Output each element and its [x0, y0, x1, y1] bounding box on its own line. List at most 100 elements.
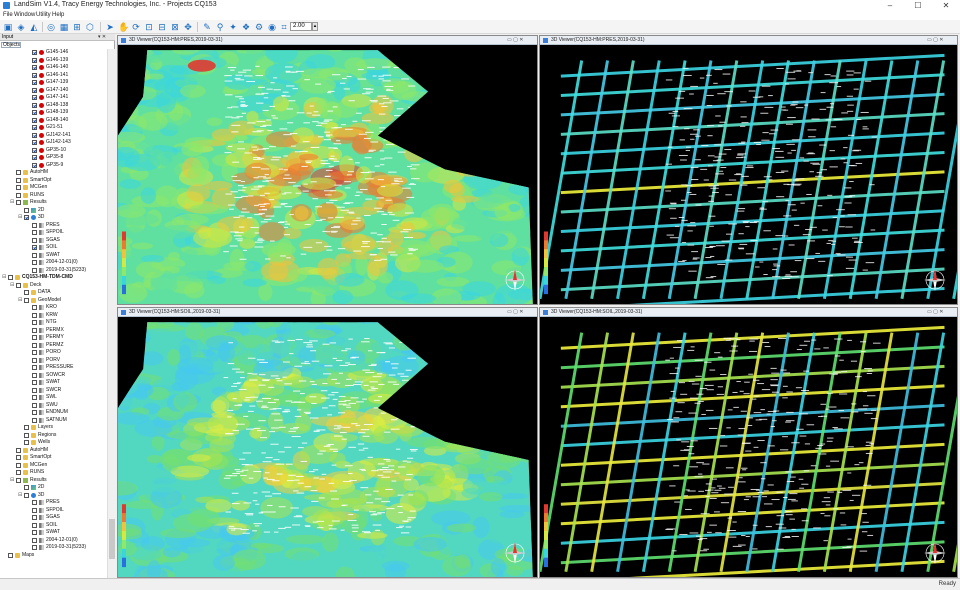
tree-item[interactable]: ⊟ Results — [0, 477, 107, 484]
tree-item[interactable]: PERMY — [0, 334, 107, 341]
tree-item[interactable]: G148-139 — [0, 109, 107, 116]
tree-item[interactable]: SWCR — [0, 387, 107, 394]
tree-checkbox[interactable] — [32, 140, 37, 145]
tree-item[interactable]: G147-140 — [0, 87, 107, 94]
tree-checkbox[interactable] — [32, 342, 37, 348]
tree-checkbox[interactable] — [32, 530, 37, 535]
tree-checkbox[interactable] — [32, 132, 37, 138]
chart-icon[interactable]: ◭ — [29, 22, 39, 32]
tree-item[interactable]: G147-141 — [0, 94, 107, 101]
tree-checkbox[interactable] — [16, 470, 21, 475]
tree-item[interactable]: MCGen — [0, 184, 107, 191]
tree-checkbox[interactable] — [24, 492, 29, 498]
view-front-icon[interactable]: ⊟ — [157, 22, 167, 32]
tree-item[interactable]: SOIL — [0, 244, 107, 251]
tree-checkbox[interactable] — [32, 395, 37, 400]
tree-checkbox[interactable] — [32, 162, 37, 168]
minimize-button[interactable]: – — [880, 0, 900, 11]
viewer-canvas[interactable] — [540, 317, 957, 577]
snapshot-icon[interactable]: ◉ — [267, 22, 277, 32]
new-project-icon[interactable]: ▣ — [3, 22, 13, 32]
tree-item[interactable]: ⊟ 3D — [0, 492, 107, 499]
tree-checkbox[interactable] — [24, 207, 29, 213]
tree-item[interactable]: ⊟ Results — [0, 199, 107, 206]
tree-checkbox[interactable] — [32, 305, 37, 310]
tree-checkbox[interactable] — [16, 462, 21, 468]
viewer-canvas[interactable] — [540, 45, 957, 304]
run-icon[interactable]: ◎ — [46, 22, 56, 32]
light-icon[interactable]: ✦ — [228, 22, 238, 32]
tree-checkbox[interactable] — [32, 537, 37, 543]
tree-item[interactable]: KRW — [0, 312, 107, 319]
tree-item[interactable]: PRESSURE — [0, 364, 107, 371]
tree-item[interactable]: 2019-03-31(5233) — [0, 544, 107, 551]
tree-checkbox[interactable] — [32, 402, 37, 408]
tree-item[interactable]: G146-140 — [0, 64, 107, 71]
tree-checkbox[interactable] — [32, 417, 37, 423]
tree-item[interactable]: SmartOpt — [0, 177, 107, 184]
tree-checkbox[interactable] — [32, 95, 37, 100]
tree-item[interactable]: 2004-12-01(0) — [0, 259, 107, 266]
tree-checkbox[interactable] — [24, 485, 29, 490]
tree-checkbox[interactable] — [32, 72, 37, 78]
tree-item[interactable]: GP35-9 — [0, 162, 107, 169]
legend-icon[interactable]: ❖ — [241, 22, 251, 32]
measure-icon[interactable]: ⚲ — [215, 22, 225, 32]
expand-toggle-icon[interactable]: ⊟ — [18, 297, 23, 304]
settings-icon[interactable]: ⚙ — [254, 22, 264, 32]
tree-item[interactable]: SWL — [0, 394, 107, 401]
viewer-window-buttons[interactable]: ▭ ▢ ✕ — [507, 309, 523, 315]
expand-toggle-icon[interactable]: ⊟ — [10, 282, 15, 289]
tree-checkbox[interactable] — [32, 327, 37, 333]
viewer-canvas[interactable] — [118, 317, 537, 577]
zoom-spinner[interactable]: ▴ — [312, 22, 318, 31]
tree-checkbox[interactable] — [32, 102, 37, 108]
tree-checkbox[interactable] — [32, 387, 37, 393]
tree-checkbox[interactable] — [32, 312, 37, 318]
tree-item[interactable]: SATNUM — [0, 417, 107, 424]
tab-objects[interactable]: Objects — [1, 42, 21, 48]
tree-checkbox[interactable] — [32, 365, 37, 370]
tree-checkbox[interactable] — [24, 215, 29, 220]
tree-item[interactable]: PORV — [0, 357, 107, 364]
tree-item[interactable]: G147-139 — [0, 79, 107, 86]
tree-checkbox[interactable] — [16, 185, 21, 190]
tree-checkbox[interactable] — [16, 477, 21, 483]
tree-item[interactable]: NTG — [0, 319, 107, 326]
tree-checkbox[interactable] — [24, 290, 29, 295]
tree-checkbox[interactable] — [32, 350, 37, 355]
tree-checkbox[interactable] — [32, 507, 37, 513]
tree-checkbox[interactable] — [32, 380, 37, 385]
pan-hand-icon[interactable]: ✋ — [118, 22, 129, 32]
tree-checkbox[interactable] — [16, 177, 21, 183]
tree-item[interactable]: GP35-8 — [0, 154, 107, 161]
expand-toggle-icon[interactable]: ⊟ — [10, 477, 15, 484]
tree-checkbox[interactable] — [16, 455, 21, 460]
scrollbar-thumb[interactable] — [109, 519, 115, 559]
view-top-icon[interactable]: ⊡ — [144, 22, 154, 32]
tree-checkbox[interactable] — [32, 410, 37, 415]
pick-icon[interactable]: ✎ — [202, 22, 212, 32]
tree-checkbox[interactable] — [16, 447, 21, 453]
tree-checkbox[interactable] — [32, 117, 37, 123]
viewer-window-buttons[interactable]: ▭ ▢ ✕ — [927, 37, 943, 43]
tree-checkbox[interactable] — [16, 192, 21, 198]
fit-view-icon[interactable]: ✥ — [183, 22, 193, 32]
tree-item[interactable]: GP35-10 — [0, 147, 107, 154]
tree-item[interactable]: SFPOIL — [0, 229, 107, 236]
viewer-window-buttons[interactable]: ▭ ▢ ✕ — [927, 309, 943, 315]
tree-item[interactable]: PORO — [0, 349, 107, 356]
close-button[interactable]: ✕ — [936, 0, 956, 11]
tree-item[interactable]: G21-51 — [0, 124, 107, 131]
tree-item[interactable]: AutoHM — [0, 169, 107, 176]
viewer-canvas[interactable] — [118, 45, 537, 304]
tree-item[interactable]: KRO — [0, 304, 107, 311]
tree-checkbox[interactable] — [32, 545, 37, 550]
tree-item[interactable]: 2D — [0, 207, 107, 214]
tree-checkbox[interactable] — [24, 425, 29, 430]
tree-item[interactable]: Layers — [0, 424, 107, 431]
tree-item[interactable]: Regions — [0, 432, 107, 439]
menu-window[interactable]: Window — [14, 12, 35, 18]
tree-item[interactable]: G148-140 — [0, 117, 107, 124]
tree-checkbox[interactable] — [32, 125, 37, 130]
